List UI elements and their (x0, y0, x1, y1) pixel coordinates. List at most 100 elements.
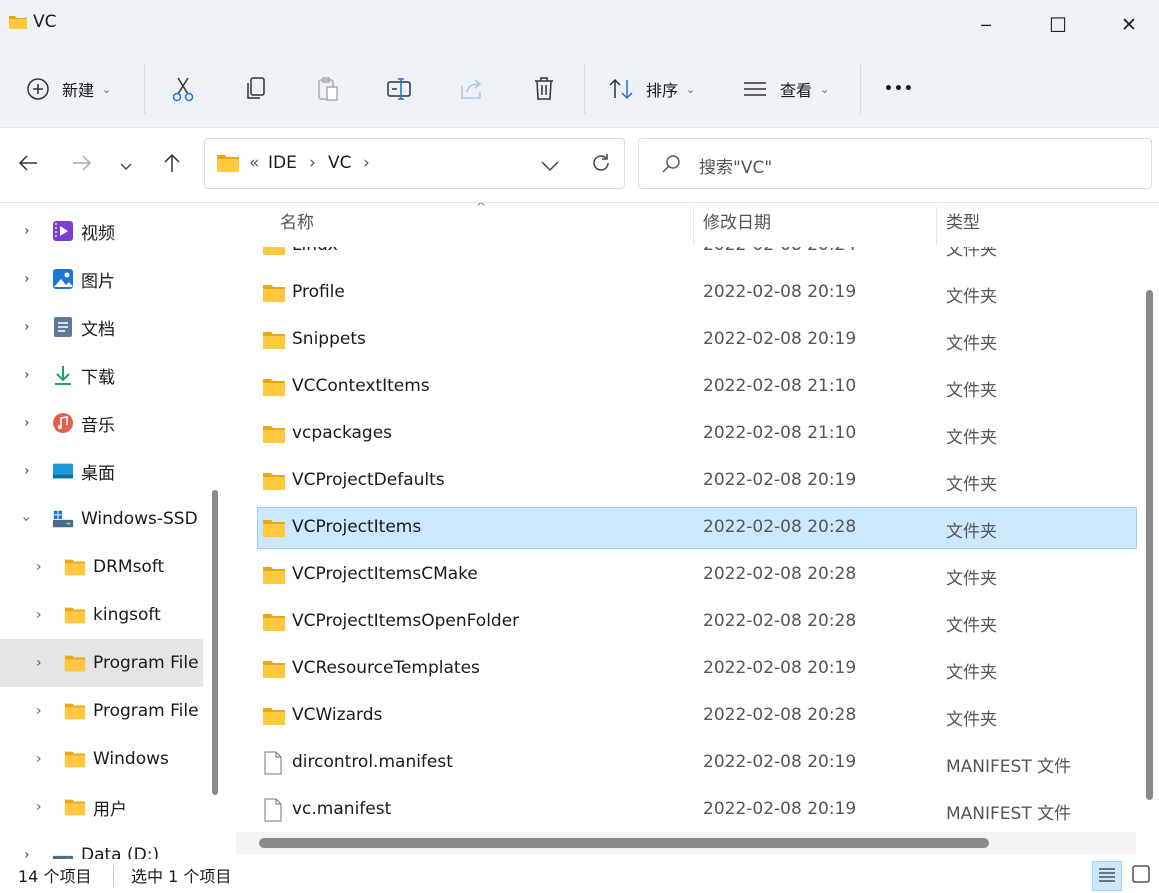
vertical-scrollbar[interactable] (1146, 290, 1153, 800)
maximize-button[interactable]: ☐ (1035, 8, 1081, 42)
up-button[interactable] (154, 148, 190, 182)
row-vccontextitems[interactable]: VCContextItems 2022-02-08 21:10 文件夹 (257, 366, 1137, 408)
sidebar-scrollbar[interactable] (212, 490, 218, 795)
address-bar[interactable]: « IDE › VC › (204, 138, 625, 189)
search-input[interactable]: 搜索"VC" (699, 153, 772, 178)
row-profile[interactable]: Profile 2022-02-08 20:19 文件夹 (257, 272, 1137, 314)
chevron-right-icon[interactable]: › (36, 655, 42, 671)
row-vcresourcetemplates[interactable]: VCResourceTemplates 2022-02-08 20:19 文件夹 (257, 648, 1137, 690)
horizontal-scrollbar[interactable] (259, 838, 989, 848)
sidebar-item-data-d[interactable]: › Data (D:) (0, 831, 203, 859)
column-divider[interactable] (936, 207, 937, 245)
folder-icon (262, 330, 286, 350)
column-divider[interactable] (693, 207, 694, 245)
breadcrumb-separator[interactable]: › (309, 153, 316, 173)
chevron-right-icon[interactable]: › (36, 703, 42, 719)
arrow-left-icon (18, 154, 38, 176)
arrow-up-icon (163, 153, 181, 177)
videos-icon (52, 220, 74, 242)
folder-icon (262, 612, 286, 632)
folder-icon (262, 377, 286, 397)
chevron-down-icon[interactable]: › (18, 516, 34, 522)
close-icon: ✕ (1121, 14, 1137, 36)
sidebar-item-drmsoft[interactable]: › DRMsoft (0, 543, 203, 591)
sidebar-item-program-files-x86[interactable]: › Program File (0, 687, 203, 735)
row-vcprojectitemscmake[interactable]: VCProjectItemsCMake 2022-02-08 20:28 文件夹 (257, 554, 1137, 596)
row-vcprojectdefaults[interactable]: VCProjectDefaults 2022-02-08 20:19 文件夹 (257, 460, 1137, 502)
forward-button[interactable] (64, 148, 100, 182)
breadcrumb-separator[interactable]: › (363, 153, 370, 173)
view-button[interactable]: 查看 ⌄ (742, 70, 829, 108)
sidebar-item-documents[interactable]: › 文档 (0, 303, 203, 351)
chevron-right-icon[interactable]: › (24, 223, 30, 239)
file-name: VCResourceTemplates (292, 658, 480, 678)
sidebar-item-windows[interactable]: › Windows (0, 735, 203, 783)
row-vc-manifest[interactable]: vc.manifest 2022-02-08 20:19 MANIFEST 文件 (257, 789, 1137, 831)
row-vcprojectitemsopenfolder[interactable]: VCProjectItemsOpenFolder 2022-02-08 20:2… (257, 601, 1137, 643)
chevron-right-icon[interactable]: › (36, 751, 42, 767)
sort-button[interactable]: 排序 ⌄ (608, 70, 695, 108)
sidebar-item-music[interactable]: › 音乐 (0, 399, 203, 447)
file-modified: 2022-02-08 20:19 (703, 658, 857, 678)
breadcrumb-overflow[interactable]: « (249, 153, 259, 173)
sidebar-item-program-files[interactable]: › Program File (0, 639, 203, 687)
details-view-button[interactable] (1092, 861, 1122, 891)
row-vcpackages[interactable]: vcpackages 2022-02-08 21:10 文件夹 (257, 413, 1137, 455)
column-header-type[interactable]: 类型 (946, 209, 980, 243)
paste-button[interactable] (316, 70, 340, 108)
more-button[interactable]: ••• (884, 70, 914, 108)
sidebar-item-users[interactable]: › 用户 (0, 783, 203, 831)
recent-locations-button[interactable] (108, 148, 144, 182)
folder-icon (216, 153, 240, 177)
search-box[interactable]: 搜索"VC" (638, 138, 1152, 189)
address-dropdown-icon[interactable] (541, 157, 559, 176)
column-header-modified[interactable]: 修改日期 (703, 209, 771, 243)
share-button[interactable] (459, 70, 485, 108)
sidebar-item-kingsoft[interactable]: › kingsoft (0, 591, 203, 639)
sidebar-item-windows-ssd[interactable]: › Windows-SSD (0, 495, 203, 543)
title-bar: VC ─ ☐ ✕ (0, 0, 1159, 50)
chevron-right-icon[interactable]: › (24, 367, 30, 383)
delete-icon (532, 76, 556, 102)
file-list: Linux 2022-02-08 20:24 文件夹 ^ 名称 修改日期 类型 … (233, 203, 1159, 859)
file-type: 文件夹 (946, 616, 997, 636)
sidebar-item-label: Windows-SSD (81, 509, 198, 529)
row-vcprojectitems[interactable]: VCProjectItems 2022-02-08 20:28 文件夹 (257, 507, 1137, 549)
new-label: 新建 (62, 81, 95, 100)
file-name: VCContextItems (292, 376, 430, 396)
sidebar-item-pictures[interactable]: › 图片 (0, 255, 203, 303)
chevron-right-icon[interactable]: › (36, 607, 42, 623)
copy-button[interactable] (245, 70, 267, 108)
refresh-icon[interactable] (590, 152, 612, 178)
sidebar-item-desktop[interactable]: › 桌面 (0, 447, 203, 495)
minimize-icon: ─ (981, 15, 991, 35)
sidebar-item-label: 文档 (81, 319, 115, 340)
file-type: MANIFEST 文件 (946, 804, 1072, 824)
row-dircontrol-manifest[interactable]: dircontrol.manifest 2022-02-08 20:19 MAN… (257, 742, 1137, 784)
new-button[interactable]: 新建 ⌄ (26, 70, 111, 108)
delete-button[interactable] (532, 70, 556, 108)
breadcrumb-ide[interactable]: IDE (268, 153, 297, 173)
column-header-name[interactable]: 名称 (280, 209, 314, 243)
chevron-right-icon[interactable]: › (36, 799, 42, 815)
row-vcwizards[interactable]: VCWizards 2022-02-08 20:28 文件夹 (257, 695, 1137, 737)
chevron-right-icon[interactable]: › (24, 319, 30, 335)
rename-button[interactable] (386, 70, 414, 108)
row-snippets[interactable]: Snippets 2022-02-08 20:19 文件夹 (257, 319, 1137, 361)
minimize-button[interactable]: ─ (963, 8, 1009, 42)
file-type: 文件夹 (946, 428, 997, 448)
chevron-right-icon[interactable]: › (24, 463, 30, 479)
sidebar-item-videos[interactable]: › 视频 (0, 207, 203, 255)
file-modified: 2022-02-08 20:19 (703, 329, 857, 349)
chevron-right-icon[interactable]: › (36, 559, 42, 575)
file-type: MANIFEST 文件 (946, 757, 1072, 777)
chevron-right-icon[interactable]: › (24, 271, 30, 287)
close-button[interactable]: ✕ (1106, 8, 1152, 42)
cut-button[interactable] (171, 70, 195, 108)
breadcrumb-vc[interactable]: VC (328, 153, 352, 173)
chevron-right-icon[interactable]: › (24, 415, 30, 431)
chevron-right-icon[interactable]: › (24, 847, 30, 859)
back-button[interactable] (10, 148, 46, 182)
sidebar-item-downloads[interactable]: › 下载 (0, 351, 203, 399)
tiles-view-button[interactable] (1126, 861, 1156, 891)
